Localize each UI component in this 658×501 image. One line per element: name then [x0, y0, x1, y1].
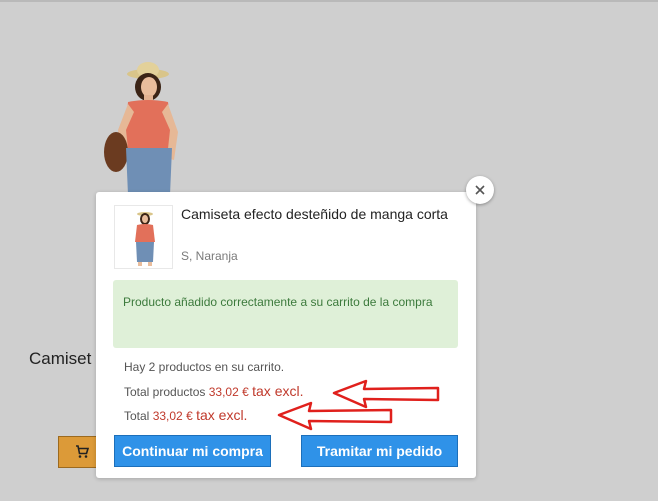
success-message: Producto añadido correctamente a su carr…: [113, 280, 458, 348]
total-row: Total 33,02 € tax excl.: [124, 407, 247, 423]
close-icon: [475, 185, 485, 195]
total-tax: tax excl.: [196, 407, 248, 423]
add-to-cart-modal: Camiseta efecto desteñido de manga corta…: [96, 192, 476, 478]
product-thumbnail-image: [135, 212, 155, 266]
total-products-tax: tax excl.: [252, 383, 304, 399]
annotation-arrow-icon: [277, 401, 393, 431]
total-amount: 33,02 €: [152, 409, 193, 423]
product-thumbnail: [114, 205, 173, 269]
continue-shopping-button[interactable]: Continuar mi compra: [114, 435, 271, 467]
total-products-row: Total productos 33,02 € tax excl.: [124, 383, 303, 399]
product-name: Camiseta efecto desteñido de manga corta: [181, 206, 448, 222]
cart-icon: [76, 445, 89, 458]
total-label: Total: [124, 409, 150, 423]
close-button[interactable]: [466, 176, 494, 204]
checkout-button[interactable]: Tramitar mi pedido: [301, 435, 458, 467]
product-image-background: [104, 62, 178, 195]
cart-count-text: Hay 2 productos en su carrito.: [124, 360, 285, 374]
product-attributes: S, Naranja: [181, 249, 238, 263]
top-border: [0, 0, 658, 2]
total-products-label: Total productos: [124, 385, 206, 399]
product-title-background[interactable]: Camiset: [29, 349, 91, 369]
total-products-amount: 33,02 €: [208, 385, 249, 399]
